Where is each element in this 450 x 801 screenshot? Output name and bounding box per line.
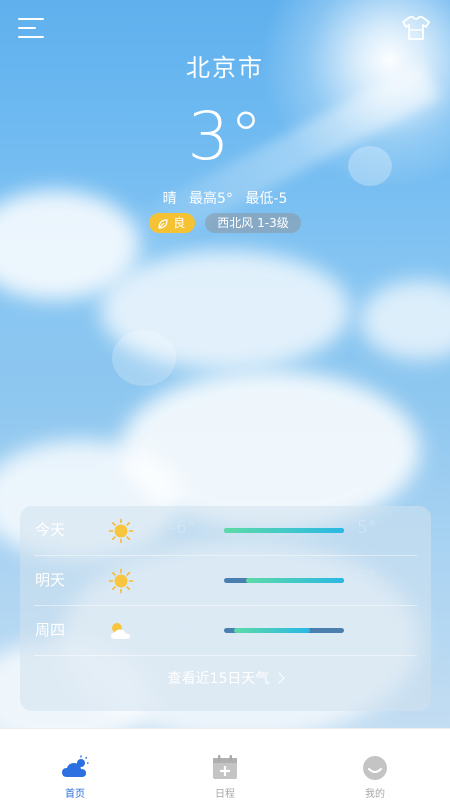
forecast-day: 今天	[35, 521, 66, 539]
aqi-label: 良	[173, 216, 186, 230]
weather-summary: 晴 最高5° 最低-5	[0, 188, 450, 208]
high-temp-text: 最高5°	[189, 191, 233, 207]
shirt-icon[interactable]	[400, 14, 432, 42]
more-forecast-link[interactable]: 查看近15日天气	[20, 668, 431, 688]
forecast-row[interactable]: 周四 -5° 2°	[20, 606, 431, 656]
more-forecast-label: 查看近15日天气	[167, 671, 270, 687]
forecast-low: -4°	[170, 568, 196, 588]
temp-range-fill	[245, 578, 344, 583]
leaf-icon	[158, 218, 168, 229]
low-temp-text: 最低-5	[245, 191, 288, 207]
forecast-panel: 今天 -6° 5° 明天 -4° 5° 周四 -5° 2° 查看近15日天气	[20, 506, 431, 711]
wind-badge[interactable]: 西北风 1-3级	[205, 213, 301, 233]
calendar-add-icon	[213, 755, 237, 779]
temp-range-bar	[224, 628, 344, 633]
forecast-high: 5°	[357, 518, 377, 538]
bottom-tab-bar: 首页 日程 我的	[0, 728, 450, 801]
forecast-high: 5°	[357, 568, 377, 588]
city-name[interactable]: 北京市	[0, 48, 450, 83]
cloud	[100, 250, 350, 370]
chevron-right-icon	[273, 672, 286, 684]
tab-profile[interactable]: 我的	[300, 729, 450, 801]
temp-range-fill	[233, 628, 311, 633]
forecast-row[interactable]: 明天 -4° 5°	[20, 556, 431, 606]
weather-home-icon	[62, 755, 89, 777]
aqi-badge[interactable]: 良	[149, 213, 196, 233]
sunny-icon	[108, 518, 134, 544]
temp-range-bar	[224, 528, 344, 533]
forecast-row[interactable]: 今天 -6° 5°	[20, 506, 431, 556]
menu-icon[interactable]	[18, 18, 46, 40]
current-temperature: 3°	[187, 98, 263, 175]
partly-cloudy-icon	[108, 618, 134, 644]
sunny-icon	[108, 568, 134, 594]
profile-face-icon	[363, 756, 387, 780]
forecast-day: 周四	[35, 621, 66, 639]
temp-range-fill	[224, 528, 344, 533]
cloud	[360, 280, 450, 360]
forecast-low: -5°	[170, 618, 196, 638]
forecast-day: 明天	[35, 571, 66, 589]
weather-badges: 良 西北风 1-3级	[0, 213, 450, 233]
temp-range-bar	[224, 578, 344, 583]
forecast-low: -6°	[170, 518, 196, 538]
row-divider	[34, 655, 417, 656]
tab-home-label: 首页	[65, 789, 85, 800]
tab-schedule-label: 日程	[215, 789, 235, 800]
forecast-high: 2°	[357, 618, 377, 638]
tab-schedule[interactable]: 日程	[150, 729, 300, 801]
condition-text: 晴	[162, 191, 177, 207]
tab-home[interactable]: 首页	[0, 729, 150, 801]
tab-profile-label: 我的	[365, 789, 385, 800]
